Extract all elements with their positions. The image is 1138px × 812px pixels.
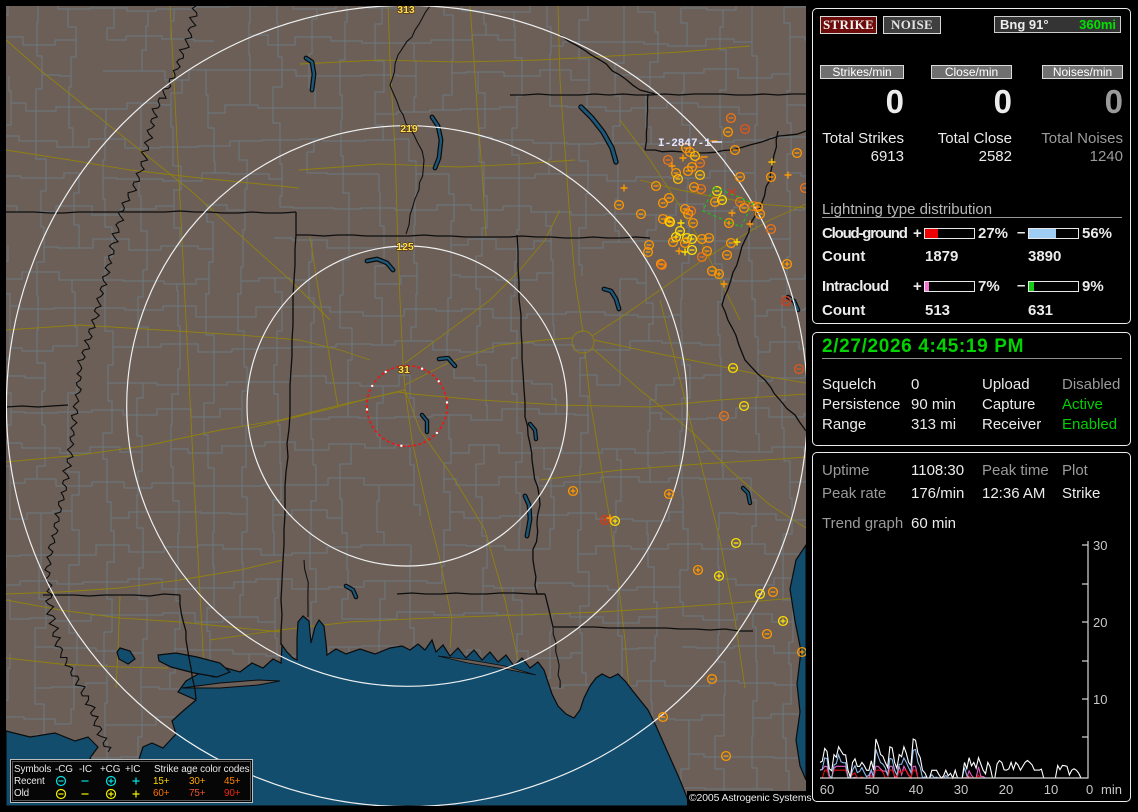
svg-text:50: 50 xyxy=(865,782,879,797)
svg-text:10: 10 xyxy=(1044,782,1058,797)
svg-text:40: 40 xyxy=(909,782,923,797)
svg-text:219: 219 xyxy=(400,123,418,135)
svg-text:20: 20 xyxy=(1093,615,1107,630)
svg-text:20: 20 xyxy=(999,782,1013,797)
svg-text:I-2847-1: I-2847-1 xyxy=(658,138,711,150)
svg-text:30: 30 xyxy=(1093,538,1107,553)
svg-text:0: 0 xyxy=(1086,782,1093,797)
svg-text:313: 313 xyxy=(397,6,415,16)
svg-text:60: 60 xyxy=(820,782,834,797)
svg-text:125: 125 xyxy=(396,241,414,253)
svg-text:10: 10 xyxy=(1093,692,1107,707)
svg-text:31: 31 xyxy=(398,364,410,376)
svg-text:30: 30 xyxy=(954,782,968,797)
svg-text:min: min xyxy=(1101,782,1122,797)
